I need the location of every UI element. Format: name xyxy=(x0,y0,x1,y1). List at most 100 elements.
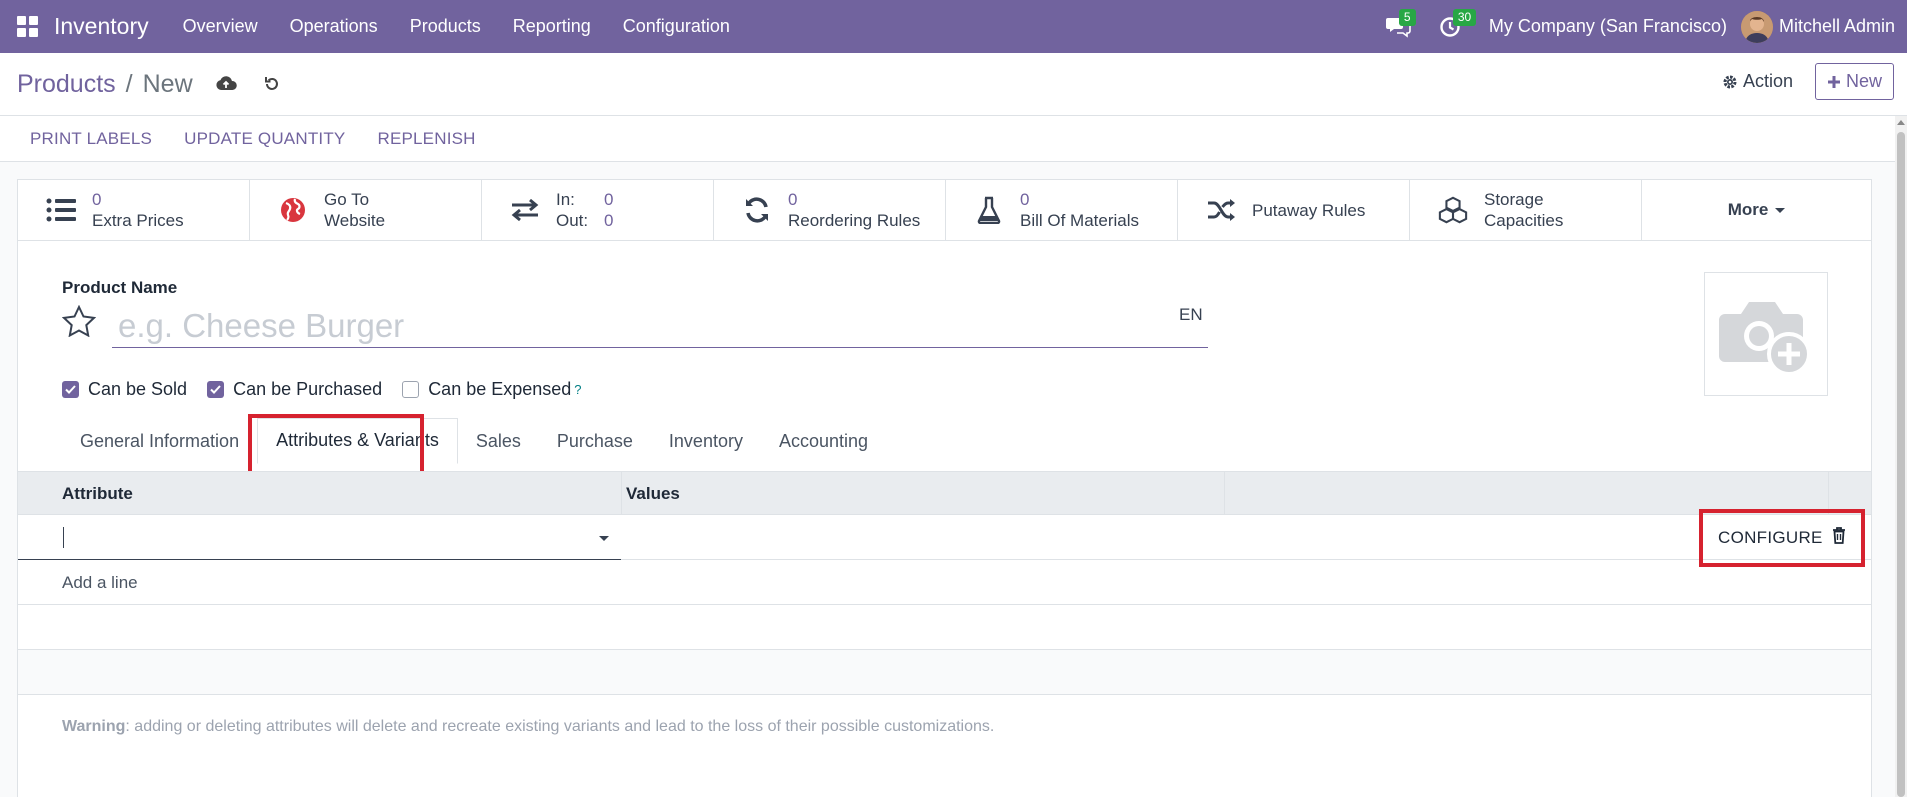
app-menu-icon[interactable] xyxy=(0,0,54,53)
update-quantity-button[interactable]: UPDATE QUANTITY xyxy=(168,129,361,149)
bom-label: Bill Of Materials xyxy=(1020,211,1140,230)
action-menu-button[interactable]: Action xyxy=(1722,71,1793,92)
messaging-button[interactable]: 5 xyxy=(1371,0,1425,53)
breadcrumb-current: New xyxy=(142,69,193,98)
in-label: In: xyxy=(556,190,575,209)
company-switcher[interactable]: My Company (San Francisco) xyxy=(1475,16,1741,37)
menu-products[interactable]: Products xyxy=(394,0,497,53)
table-row-empty xyxy=(18,650,1871,695)
can-be-expensed-label: Can be Expensed xyxy=(428,379,572,399)
shuffle-icon xyxy=(1206,195,1236,225)
plus-icon xyxy=(1827,75,1840,88)
text-cursor xyxy=(63,527,64,548)
website-line2: Website xyxy=(324,211,386,230)
extra-prices-button[interactable]: 0 Extra Prices xyxy=(18,180,250,240)
tab-general-information[interactable]: General Information xyxy=(62,431,257,464)
breadcrumb: Products / New xyxy=(0,70,281,99)
can-be-purchased-label: Can be Purchased xyxy=(233,379,383,399)
out-label: Out: xyxy=(556,211,589,230)
caret-down-icon xyxy=(1775,207,1786,213)
tab-inventory[interactable]: Inventory xyxy=(651,431,761,464)
discard-undo-icon[interactable] xyxy=(263,75,281,93)
app-title[interactable]: Inventory xyxy=(54,13,149,40)
form-sheet: 0 Extra Prices Go To Website In: 0 Out: … xyxy=(17,179,1872,797)
tab-sales[interactable]: Sales xyxy=(458,431,539,464)
can-be-sold-checkbox[interactable]: Can be Sold xyxy=(62,379,187,400)
new-label: New xyxy=(1845,71,1882,91)
menu-operations[interactable]: Operations xyxy=(274,0,394,53)
messages-badge: 5 xyxy=(1398,9,1416,26)
in-out-button[interactable]: In: 0 Out: 0 xyxy=(482,180,714,240)
activities-button[interactable]: 30 xyxy=(1425,0,1477,53)
breadcrumb-products[interactable]: Products xyxy=(17,70,116,99)
bom-count: 0 xyxy=(1020,190,1030,209)
user-menu[interactable]: Mitchell Admin xyxy=(1740,10,1907,43)
storage-line2: Capacities xyxy=(1484,211,1564,230)
highlight-box-tab xyxy=(248,414,424,477)
favorite-star-icon[interactable] xyxy=(61,304,97,342)
storage-capacities-button[interactable]: Storage Capacities xyxy=(1410,180,1642,240)
product-flags: Can be Sold Can be Purchased Can be Expe… xyxy=(62,379,602,400)
product-image-upload[interactable] xyxy=(1704,272,1828,396)
statusbar: PRINT LABELS UPDATE QUANTITY REPLENISH xyxy=(0,116,1895,162)
add-line-row: Add a line xyxy=(18,560,1871,605)
variants-warning: Warning: adding or deleting attributes w… xyxy=(62,718,994,736)
website-line1: Go To xyxy=(324,190,370,209)
putaway-rules-button[interactable]: Putaway Rules xyxy=(1178,180,1410,240)
can-be-expensed-checkbox[interactable]: Can be Expensed ? xyxy=(402,379,582,400)
exchange-icon xyxy=(510,195,540,225)
add-a-line-link[interactable]: Add a line xyxy=(62,573,138,593)
attributes-table-header: Attribute Values xyxy=(18,471,1871,515)
attribute-select-input[interactable] xyxy=(18,515,621,560)
refresh-icon xyxy=(742,195,772,225)
globe-icon xyxy=(278,195,308,225)
extra-prices-label: Extra Prices xyxy=(92,211,184,230)
column-values[interactable]: Values xyxy=(626,484,680,504)
go-to-website-button[interactable]: Go To Website xyxy=(250,180,482,240)
more-label: More xyxy=(1727,200,1769,219)
top-navbar: Inventory Overview Operations Products R… xyxy=(0,0,1907,53)
breadcrumb-separator: / xyxy=(125,69,133,98)
smart-buttons: 0 Extra Prices Go To Website In: 0 Out: … xyxy=(18,180,1871,241)
control-panel: Products / New Action New xyxy=(0,53,1907,115)
extra-prices-count: 0 xyxy=(92,190,102,209)
new-record-button[interactable]: New xyxy=(1814,63,1894,100)
tab-purchase[interactable]: Purchase xyxy=(539,431,651,464)
scrollbar[interactable] xyxy=(1895,116,1907,797)
menu-configuration[interactable]: Configuration xyxy=(607,0,746,53)
cubes-icon xyxy=(1438,195,1468,225)
checkbox-unchecked-icon xyxy=(402,381,420,398)
camera-plus-icon xyxy=(1719,302,1811,376)
print-labels-button[interactable]: PRINT LABELS xyxy=(14,129,168,149)
caret-down-icon[interactable] xyxy=(599,536,609,541)
checkbox-checked-icon xyxy=(62,381,79,398)
putaway-label: Putaway Rules xyxy=(1252,200,1366,220)
table-row: CONFIGURE xyxy=(18,515,1871,560)
language-toggle[interactable]: EN xyxy=(1179,305,1203,325)
help-tooltip-icon[interactable]: ? xyxy=(574,382,581,397)
gear-icon xyxy=(1723,75,1737,88)
action-label: Action xyxy=(1742,71,1793,91)
menu-overview[interactable]: Overview xyxy=(167,0,274,53)
replenish-button[interactable]: REPLENISH xyxy=(361,129,491,149)
more-dropdown[interactable]: More xyxy=(1642,180,1871,240)
table-row-empty xyxy=(18,605,1871,650)
user-name: Mitchell Admin xyxy=(1778,16,1895,36)
menu-reporting[interactable]: Reporting xyxy=(497,0,607,53)
out-value: 0 xyxy=(604,211,614,230)
checkbox-checked-icon xyxy=(207,381,225,398)
can-be-sold-label: Can be Sold xyxy=(88,379,188,399)
reordering-label: Reordering Rules xyxy=(788,211,921,230)
activities-badge: 30 xyxy=(1452,9,1477,26)
list-icon xyxy=(46,195,76,225)
bill-of-materials-button[interactable]: 0 Bill Of Materials xyxy=(946,180,1178,240)
tab-accounting[interactable]: Accounting xyxy=(761,431,886,464)
reordering-count: 0 xyxy=(788,190,798,209)
can-be-purchased-checkbox[interactable]: Can be Purchased xyxy=(207,379,382,400)
column-attribute[interactable]: Attribute xyxy=(62,484,133,504)
save-cloud-icon[interactable] xyxy=(215,75,237,93)
reordering-rules-button[interactable]: 0 Reordering Rules xyxy=(714,180,946,240)
highlight-box-configure xyxy=(1699,509,1865,567)
product-name-input[interactable] xyxy=(112,304,1208,348)
in-value: 0 xyxy=(604,190,614,209)
